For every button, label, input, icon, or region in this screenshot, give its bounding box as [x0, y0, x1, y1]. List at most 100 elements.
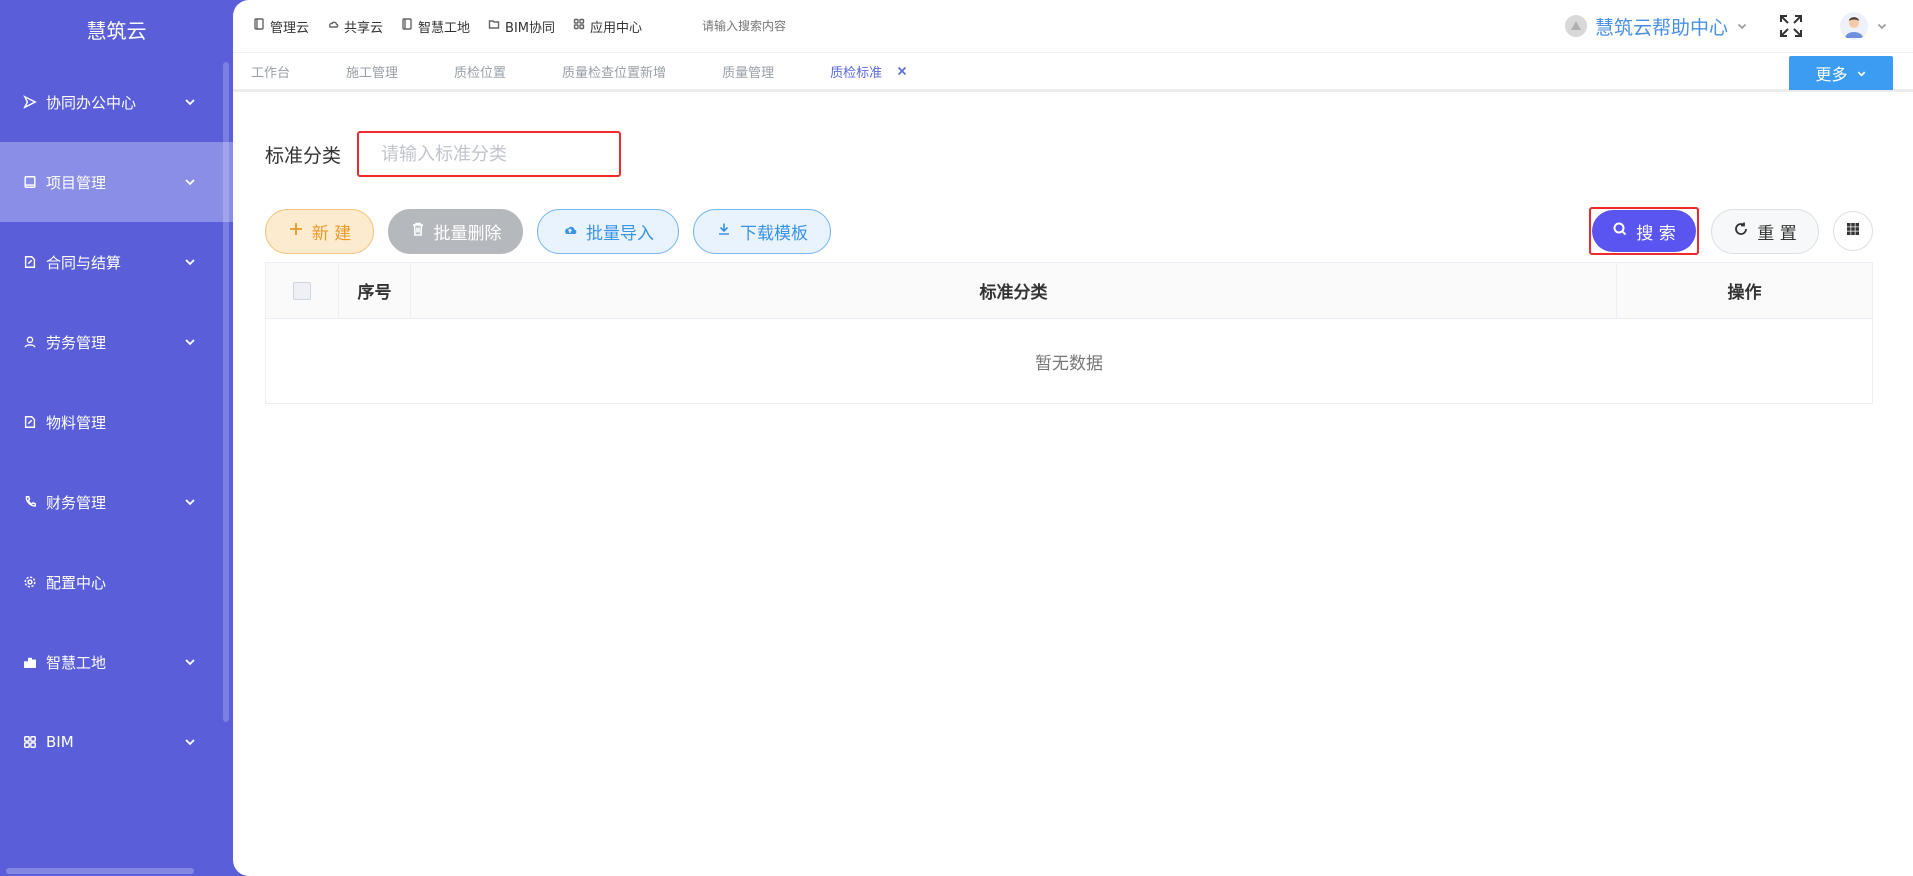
sidebar-item-finance-management[interactable]: 财务管理: [0, 462, 233, 542]
select-all-cell: [266, 263, 339, 318]
gear-icon: [22, 574, 38, 590]
phone-icon: [22, 494, 38, 510]
more-tabs-button[interactable]: 更多: [1789, 56, 1893, 90]
grid-icon: [22, 734, 38, 750]
tab-bar: 工作台 施工管理 质检位置 质量检查位置新增 质量管理 质检标准 更多: [233, 52, 1913, 92]
grid-icon: [1845, 221, 1861, 241]
chevron-down-icon: [183, 255, 197, 269]
grid-icon: [573, 18, 585, 34]
batch-import-label: 批量导入: [586, 223, 654, 244]
top-bar: 管理云 共享云 智慧工地 BIM协同 应用中心 慧筑云帮助中: [233, 0, 1913, 52]
sidebar-item-contract-settlement[interactable]: 合同与结算: [0, 222, 233, 302]
topnav-item-shared-cloud[interactable]: 共享云: [327, 17, 383, 36]
bar-chart-icon: [22, 654, 38, 670]
column-header-index: 序号: [339, 263, 411, 318]
brand-title: 慧筑云: [86, 19, 147, 43]
download-icon: [716, 221, 732, 242]
chevron-down-icon: [1736, 15, 1748, 37]
select-all-checkbox[interactable]: [293, 281, 311, 300]
column-settings-button[interactable]: [1833, 211, 1873, 251]
standards-table: 序号 标准分类 操作 暂无数据: [265, 262, 1873, 404]
tab-quality-location-add[interactable]: 质量检查位置新增: [562, 62, 666, 81]
sidebar-horizontal-scrollbar[interactable]: [6, 868, 194, 874]
book-icon: [253, 18, 265, 34]
global-search-input[interactable]: [702, 19, 943, 33]
sidebar-menu: 协同办公中心 项目管理 合同与结算 劳务管理 物料管理 财务管理 配置中心 智慧…: [0, 62, 233, 782]
tab-label: 施工管理: [346, 65, 399, 81]
search-button[interactable]: 搜 索: [1592, 210, 1696, 252]
fullscreen-icon[interactable]: [1778, 13, 1804, 39]
book-icon: [401, 18, 413, 34]
more-label: 更多: [1815, 65, 1848, 84]
column-header-standard-category: 标准分类: [411, 263, 1617, 318]
topnav-item-bim-collab[interactable]: BIM协同: [488, 17, 555, 36]
search-button-highlight: 搜 索: [1589, 207, 1699, 255]
standard-category-input[interactable]: [357, 131, 622, 177]
new-button[interactable]: 新 建: [265, 208, 374, 254]
chevron-down-icon: [183, 335, 197, 349]
topnav-item-management-cloud[interactable]: 管理云: [253, 17, 309, 36]
sidebar-item-label: 智慧工地: [46, 653, 107, 672]
sidebar-item-labor-management[interactable]: 劳务管理: [0, 302, 233, 382]
sidebar-vertical-scrollbar[interactable]: [223, 62, 229, 722]
top-right-actions: 慧筑云帮助中心: [1564, 0, 1888, 52]
sidebar-item-label: 合同与结算: [46, 253, 122, 272]
avatar[interactable]: [1840, 12, 1868, 40]
chevron-down-icon: [183, 735, 197, 749]
close-icon[interactable]: [896, 65, 908, 77]
tab-workbench[interactable]: 工作台: [251, 62, 290, 81]
tab-quality-management[interactable]: 质量管理: [722, 62, 774, 81]
topnav-item-smart-site[interactable]: 智慧工地: [401, 17, 470, 36]
top-nav: 管理云 共享云 智慧工地 BIM协同 应用中心: [253, 17, 642, 36]
edit-doc-icon: [22, 414, 38, 430]
sidebar-item-label: 财务管理: [46, 493, 107, 512]
content-area: 标准分类 新 建 批量删除 批量导入 下载模板: [233, 92, 1913, 404]
sidebar-item-project-management[interactable]: 项目管理: [0, 142, 233, 222]
toolbar-right: 搜 索 重 置: [1589, 202, 1873, 260]
cloud-upload-icon: [562, 221, 578, 242]
new-button-label: 新 建: [311, 223, 352, 244]
tab-inspection-standard[interactable]: 质检标准: [830, 62, 908, 81]
send-icon: [22, 94, 38, 110]
sidebar-item-label: 协同办公中心: [46, 93, 137, 112]
sidebar-item-label: 劳务管理: [46, 333, 107, 352]
help-center-dropdown[interactable]: 慧筑云帮助中心: [1564, 13, 1748, 40]
reset-button[interactable]: 重 置: [1711, 208, 1819, 254]
topnav-item-label: 共享云: [344, 20, 384, 36]
tab-label: 质量管理: [722, 65, 775, 81]
chevron-down-icon: [183, 175, 197, 189]
chevron-down-icon: [183, 655, 197, 669]
tab-construction-management[interactable]: 施工管理: [346, 62, 398, 81]
tab-label: 质检标准: [830, 65, 883, 81]
download-template-button[interactable]: 下载模板: [693, 208, 831, 254]
download-template-label: 下载模板: [740, 223, 808, 244]
sidebar-item-label: 项目管理: [46, 173, 107, 192]
sidebar-item-bim[interactable]: BIM: [0, 702, 233, 782]
plus-icon: [288, 221, 304, 242]
topnav-item-label: 管理云: [270, 20, 310, 36]
sidebar-item-label: 物料管理: [46, 413, 107, 432]
topnav-item-app-center[interactable]: 应用中心: [573, 17, 642, 36]
trash-icon: [410, 221, 426, 242]
cloud-icon: [327, 18, 339, 34]
action-toolbar: 新 建 批量删除 批量导入 下载模板 搜 索 重 置: [265, 202, 1873, 260]
empty-state: 暂无数据: [1035, 353, 1103, 374]
search-icon: [1612, 221, 1628, 242]
sidebar-item-config-center[interactable]: 配置中心: [0, 542, 233, 622]
edit-doc-icon: [22, 254, 38, 270]
tab-inspection-location[interactable]: 质检位置: [454, 62, 506, 81]
chevron-down-icon[interactable]: [1876, 17, 1888, 36]
chevron-down-icon: [183, 495, 197, 509]
chevron-down-icon: [1856, 64, 1867, 83]
batch-import-button[interactable]: 批量导入: [537, 208, 679, 254]
sidebar-item-collab-office[interactable]: 协同办公中心: [0, 62, 233, 142]
sidebar-item-material-management[interactable]: 物料管理: [0, 382, 233, 462]
reset-button-label: 重 置: [1757, 223, 1797, 244]
batch-delete-button[interactable]: 批量删除: [388, 208, 523, 254]
main-panel: 管理云 共享云 智慧工地 BIM协同 应用中心 慧筑云帮助中: [233, 0, 1913, 876]
table-header: 序号 标准分类 操作: [266, 263, 1872, 319]
book-icon: [22, 174, 38, 190]
topnav-item-label: 应用中心: [590, 20, 643, 36]
user-icon: [22, 334, 38, 350]
sidebar-item-smart-site[interactable]: 智慧工地: [0, 622, 233, 702]
